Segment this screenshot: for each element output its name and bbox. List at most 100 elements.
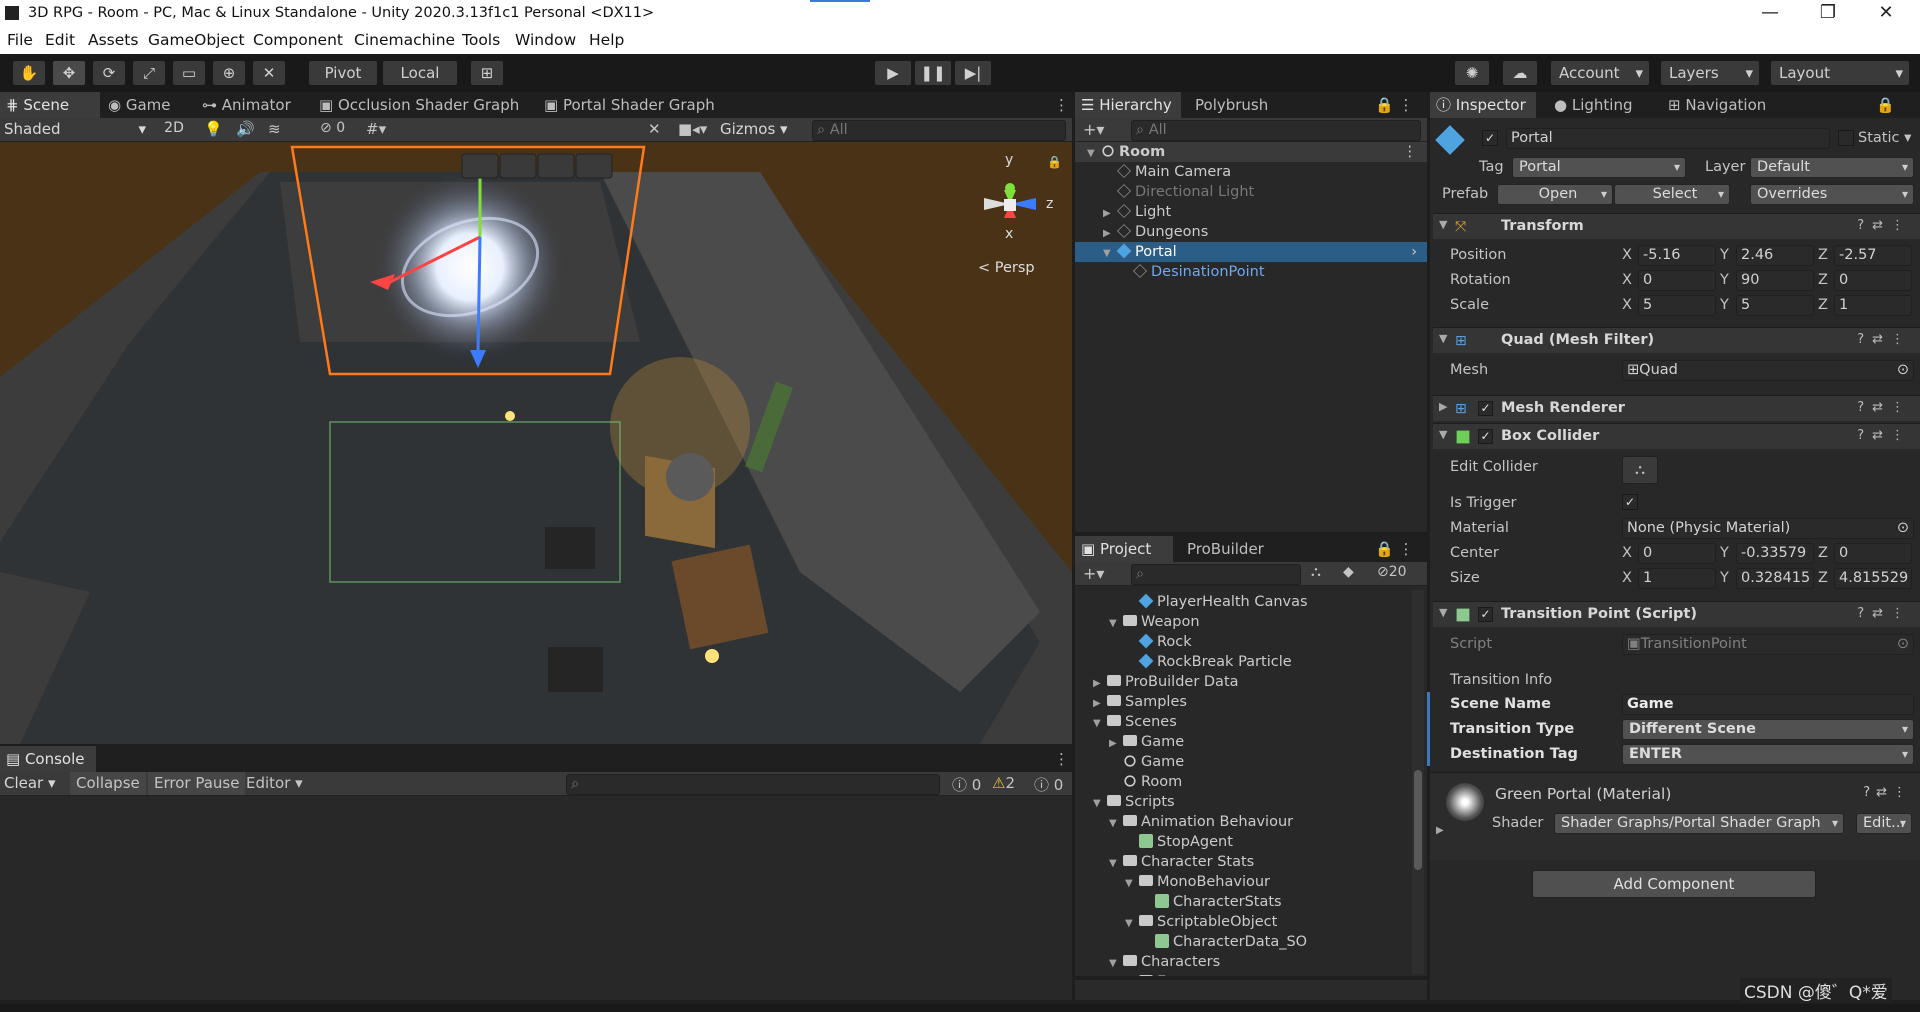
scene-tool-btn-3[interactable] <box>537 153 575 179</box>
gizmo-z-axis[interactable] <box>476 236 482 353</box>
tab-hierarchy[interactable]: ☰ Hierarchy <box>1075 92 1181 118</box>
mesh-filter-foldout-icon[interactable]: ▼ <box>1439 332 1447 345</box>
project-item[interactable]: ▼ Enemy <box>1075 972 1411 976</box>
project-item[interactable]: Room <box>1075 772 1411 792</box>
pivot-toggle[interactable]: Pivot <box>308 60 378 86</box>
project-scrollbar[interactable] <box>1412 590 1424 974</box>
material-menu-icons[interactable]: ?⇄⋮ <box>1863 785 1912 800</box>
vector-z-field[interactable]: 0 <box>1834 543 1912 564</box>
menu-file[interactable]: File <box>7 31 33 49</box>
effects-toggle-icon[interactable]: ≋ <box>268 120 281 138</box>
add-component-button[interactable]: Add Component <box>1532 870 1816 898</box>
tab-inspector[interactable]: ⓘ Inspector <box>1430 92 1536 118</box>
menu-window[interactable]: Window <box>515 31 576 49</box>
project-item[interactable]: ▼ ScriptableObject <box>1075 912 1411 932</box>
tab-portal-shader-graph[interactable]: ▣ Portal Shader Graph <box>538 92 721 118</box>
console-menu-icon[interactable]: ⋮ <box>1048 746 1075 772</box>
step-button-icon[interactable]: ▶| <box>954 60 992 86</box>
box-collider-menu-icons[interactable]: ?⇄⋮ <box>1857 428 1912 443</box>
layout-dropdown[interactable]: Layout ▾ <box>1770 60 1910 86</box>
axis-z-label[interactable]: Z <box>1818 570 1828 586</box>
project-item[interactable]: ▼ MonoBehaviour <box>1075 872 1411 892</box>
hierarchy-item[interactable]: ▼ Portal › <box>1075 242 1427 262</box>
project-item[interactable]: ▼ Animation Behaviour <box>1075 812 1411 832</box>
scene-tool-btn-2[interactable] <box>499 153 537 179</box>
clear-button[interactable]: Clear ▾ <box>4 774 56 792</box>
menu-edit[interactable]: Edit <box>45 31 75 49</box>
foldout-icon[interactable]: ▼ <box>1103 244 1117 264</box>
material-foldout-icon[interactable]: ▶ <box>1436 825 1444 836</box>
camera-icon[interactable]: ■◂▾ <box>678 120 707 138</box>
hierarchy-item[interactable]: ▶ Light <box>1075 202 1427 222</box>
project-add-button[interactable]: +▾ <box>1083 564 1104 583</box>
hierarchy-item[interactable]: Main Camera <box>1075 162 1427 182</box>
foldout-icon[interactable]: ▶ <box>1109 734 1123 754</box>
project-item[interactable]: ▼ Characters <box>1075 952 1411 972</box>
chevron-right-icon[interactable]: › <box>1411 242 1417 262</box>
vector-z-field[interactable]: -2.57 <box>1834 245 1912 266</box>
hierarchy-item[interactable]: DesinationPoint <box>1075 262 1427 282</box>
axis-z-label[interactable]: Z <box>1818 247 1828 263</box>
tab-game[interactable]: ◉ Game <box>102 92 177 118</box>
lock-icon[interactable]: 🔒 <box>1047 155 1062 169</box>
transition-foldout-icon[interactable]: ▼ <box>1439 606 1447 619</box>
project-item[interactable]: Game <box>1075 752 1411 772</box>
scene-menu-icon[interactable]: ⋮ <box>1048 92 1075 118</box>
axis-y-label[interactable]: Y <box>1720 247 1729 263</box>
error-pause-toggle[interactable]: Error Pause <box>148 772 246 795</box>
project-item[interactable]: ▼ Character Stats <box>1075 852 1411 872</box>
transform-foldout-icon[interactable]: ▼ <box>1439 218 1447 231</box>
scene-name-field[interactable]: Game <box>1622 694 1914 715</box>
static-checkbox[interactable] <box>1838 130 1854 146</box>
menu-assets[interactable]: Assets <box>88 31 138 49</box>
hierarchy-add-button[interactable]: +▾ <box>1083 120 1104 139</box>
material-picker-icon[interactable]: ⊙ <box>1897 519 1909 538</box>
mesh-renderer-foldout-icon[interactable]: ▶ <box>1439 400 1447 413</box>
foldout-icon[interactable]: ▼ <box>1125 914 1139 934</box>
project-search-input[interactable]: ⌕ <box>1131 564 1301 585</box>
mesh-filter-component-header[interactable]: ▼ ⊞ Quad (Mesh Filter) ?⇄⋮ <box>1433 327 1920 353</box>
filter-label-icon[interactable]: ◆ <box>1343 564 1354 580</box>
axis-x-label[interactable]: X <box>1622 570 1632 586</box>
account-dropdown[interactable]: Account ▾ <box>1550 60 1650 86</box>
custom-tool-icon[interactable]: ✕ <box>252 60 286 86</box>
project-lock-icon[interactable]: 🔒 ⋮ <box>1369 536 1419 562</box>
shader-edit-button[interactable]: Edit... <box>1856 813 1912 834</box>
project-scroll-thumb[interactable] <box>1414 770 1422 870</box>
edit-collider-button-icon[interactable]: ⛬ <box>1622 456 1658 484</box>
menu-tools[interactable]: Tools <box>462 31 500 49</box>
play-button-icon[interactable]: ▶ <box>874 60 912 86</box>
shading-mode-dropdown[interactable]: Shaded ▾ <box>4 120 150 140</box>
project-item[interactable]: ▼ Scenes <box>1075 712 1411 732</box>
maximize-button[interactable]: ❐ <box>1808 2 1848 23</box>
project-item[interactable]: ▶ ProBuilder Data <box>1075 672 1411 692</box>
tab-lighting[interactable]: ● Lighting <box>1548 92 1639 118</box>
component-menu-icons[interactable]: ?⇄⋮ <box>1857 218 1912 233</box>
minimize-button[interactable]: — <box>1750 2 1790 23</box>
foldout-icon[interactable]: ▼ <box>1109 614 1123 634</box>
vector-x-field[interactable]: 5 <box>1638 295 1716 316</box>
cloud-icon[interactable]: ☁ <box>1502 60 1538 86</box>
collab-icon[interactable]: ✺ <box>1454 60 1490 86</box>
tab-scene[interactable]: ⋕ Scene <box>0 92 100 118</box>
layer-dropdown[interactable]: Default <box>1750 157 1914 178</box>
vector-y-field[interactable]: 0.328415 <box>1736 568 1814 589</box>
foldout-icon[interactable]: ▼ <box>1109 854 1123 874</box>
hand-tool-icon[interactable]: ✋ <box>12 60 46 86</box>
hierarchy-item[interactable]: Directional Light <box>1075 182 1427 202</box>
project-item[interactable]: CharacterData_SO <box>1075 932 1411 952</box>
hierarchy-search-input[interactable]: ⌕ All <box>1131 120 1421 141</box>
project-item[interactable]: ▼ Weapon <box>1075 612 1411 632</box>
rect-tool-icon[interactable]: ▭ <box>172 60 206 86</box>
foldout-icon[interactable]: ▶ <box>1103 204 1117 224</box>
project-item[interactable]: CharacterStats <box>1075 892 1411 912</box>
console-log-area[interactable] <box>0 796 1072 1000</box>
axis-z-label[interactable]: Z <box>1818 272 1828 288</box>
shader-dropdown[interactable]: Shader Graphs/Portal Shader Graph <box>1554 813 1844 834</box>
active-checkbox[interactable]: ✓ <box>1482 130 1498 146</box>
box-collider-foldout-icon[interactable]: ▼ <box>1439 428 1447 441</box>
foldout-icon[interactable]: ▼ <box>1093 714 1107 734</box>
is-trigger-checkbox[interactable]: ✓ <box>1622 494 1638 510</box>
box-collider-enabled-checkbox[interactable]: ✓ <box>1478 429 1493 444</box>
axis-z-label[interactable]: Z <box>1818 545 1828 561</box>
